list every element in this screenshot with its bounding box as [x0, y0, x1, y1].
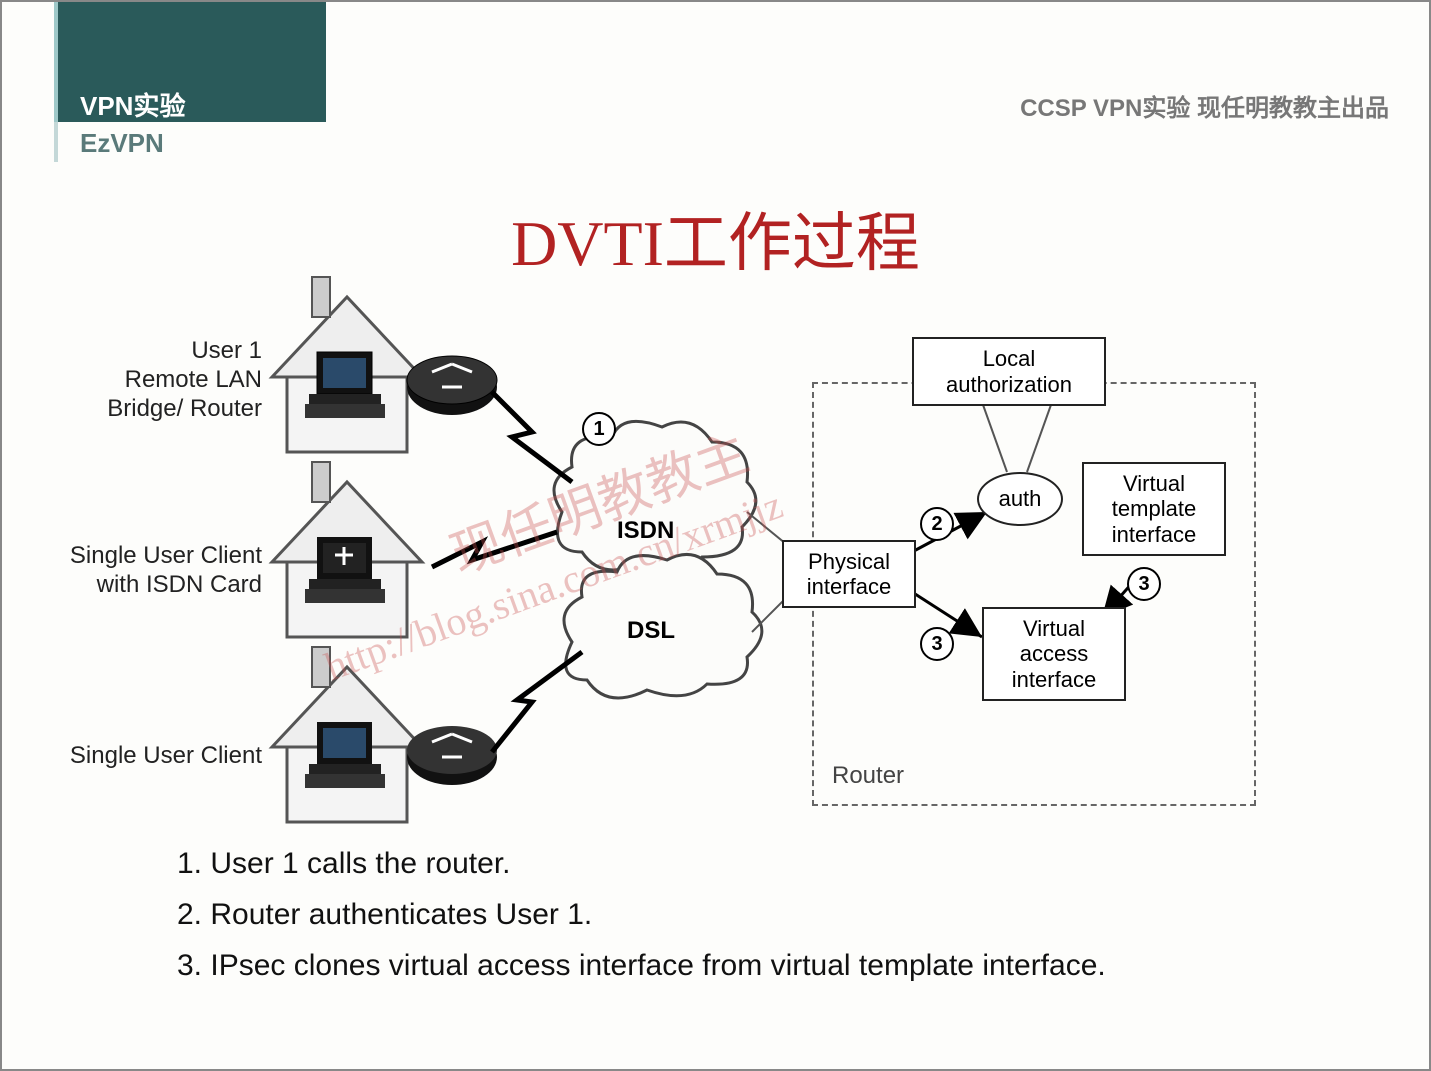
client-label-3: Single User Client: [52, 742, 262, 771]
main-title: DVTI工作过程: [2, 192, 1429, 284]
header-subtitle: EzVPN: [80, 128, 164, 159]
link-1-icon: [492, 392, 572, 482]
cloud-isdn-label: ISDN: [617, 517, 674, 545]
step-marker-3a: 3: [920, 627, 954, 661]
step-marker-2: 2: [920, 507, 954, 541]
router-label: Router: [832, 762, 904, 790]
virtual-template-box: Virtual template interface: [1082, 462, 1226, 556]
header-stripe: [54, 122, 58, 162]
step-line-2: 2. Router authenticates User 1.: [177, 889, 1106, 940]
slide: VPN实验 EzVPN CCSP VPN实验 现任明教教主出品 DVTI工作过程: [0, 0, 1431, 1071]
step-line-3: 3. IPsec clones virtual access interface…: [177, 940, 1106, 991]
link-2-icon: [432, 532, 557, 567]
virtual-access-box: Virtual access interface: [982, 607, 1126, 701]
step-marker-1: 1: [582, 412, 616, 446]
step-marker-3b: 3: [1127, 567, 1161, 601]
router-device-icon-1: [407, 356, 497, 415]
header-title: VPN实验: [58, 2, 326, 123]
auth-oval: auth: [977, 472, 1063, 526]
step-line-1: 1. User 1 calls the router.: [177, 838, 1106, 889]
cloud-isdn-icon: [554, 421, 756, 570]
header-block: VPN实验: [54, 2, 326, 122]
physical-interface-box: Physical interface: [782, 540, 916, 608]
router-device-icon-3: [407, 726, 497, 785]
header-right: CCSP VPN实验 现任明教教主出品: [1020, 88, 1389, 123]
client-label-2: Single User Client with ISDN Card: [52, 542, 262, 600]
diagram: User 1 Remote LAN Bridge/ Router Single …: [62, 282, 1372, 832]
local-authorization-box: Local authorization: [912, 337, 1106, 406]
steps-list: 1. User 1 calls the router. 2. Router au…: [177, 838, 1106, 991]
client-label-1: User 1 Remote LAN Bridge/ Router: [52, 337, 262, 423]
cloud-dsl-label: DSL: [627, 617, 675, 645]
